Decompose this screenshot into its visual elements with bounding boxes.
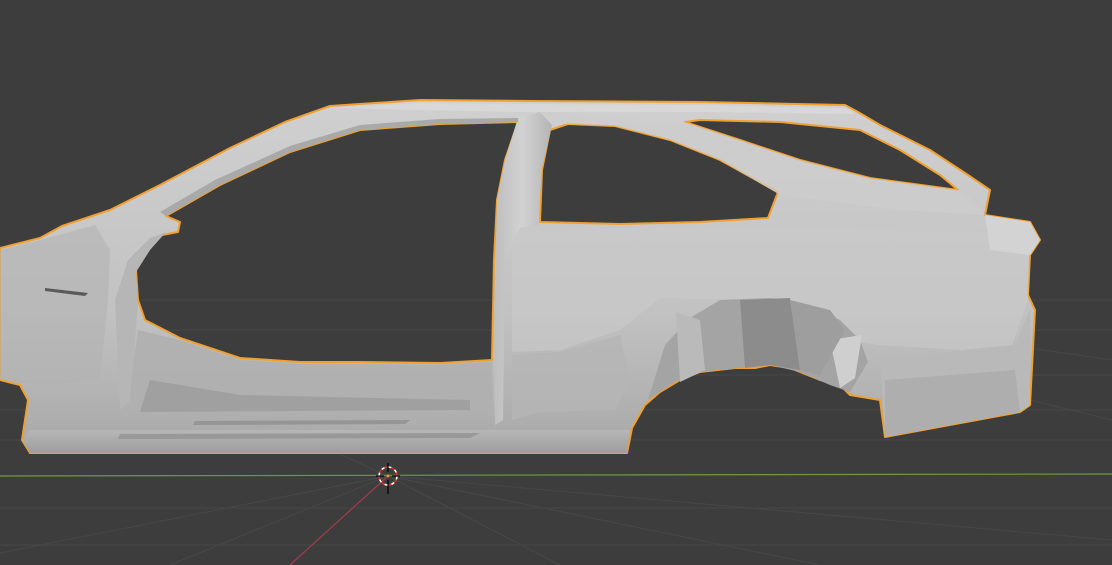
c-pillar-frame [540,112,985,215]
sill-groove [118,433,480,439]
rear-valance-shadow [885,370,1020,437]
y-axis-line [289,475,389,565]
car-body-mesh[interactable] [0,99,1041,454]
3d-viewport[interactable] [0,0,1112,565]
viewport-canvas[interactable] [0,0,1112,565]
3d-cursor-icon[interactable] [376,463,400,494]
front-stub [0,225,110,385]
x-axis-line [0,473,1112,477]
wheel-arch-facet-2 [740,298,800,370]
rear-bumper-lip [985,215,1040,255]
